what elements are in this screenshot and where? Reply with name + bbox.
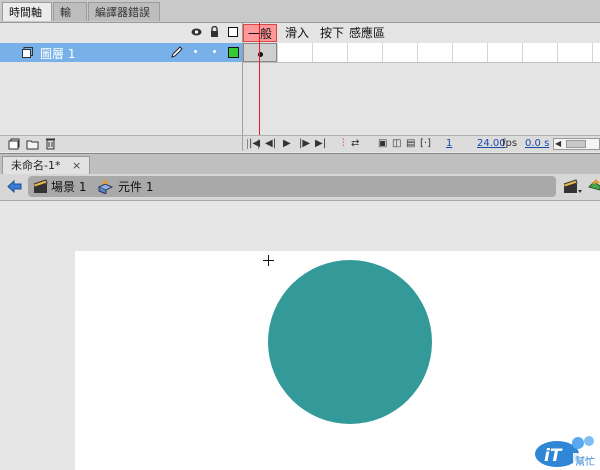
svg-text:幫忙: 幫忙 — [575, 455, 595, 468]
timeline-panel: 圖層 1 一般 滑入 按下 感應區 — [0, 23, 600, 152]
show-hide-all-icon[interactable] — [191, 27, 202, 37]
tab-output[interactable]: 輸出 — [53, 2, 87, 38]
circle-shape[interactable] — [268, 260, 432, 424]
symbol-icon — [98, 179, 113, 194]
panel-tab-bar: 時間軸 輸出 編譯器錯誤 — [0, 0, 600, 38]
timeline-controls: |◀ ◀| ▶ |▶ ▶| ⫶ ⇄ ▣ ◫ ▤ [·] 1 24.00 fps … — [243, 135, 600, 152]
breadcrumb: 場景 1 元件 1 — [28, 176, 556, 197]
go-to-first-icon[interactable]: |◀ — [249, 138, 260, 150]
outline-all-icon[interactable] — [228, 27, 238, 37]
layer-type-icon — [22, 47, 33, 58]
lock-dot[interactable] — [213, 50, 216, 53]
tab-timeline-label: 時間軸 — [9, 6, 42, 19]
playhead[interactable] — [259, 23, 260, 135]
modify-markers-icon[interactable]: [·] — [420, 138, 431, 150]
visibility-dot[interactable] — [194, 50, 197, 53]
frame-label-over[interactable]: 滑入 — [285, 24, 309, 42]
horizontal-scrollbar[interactable]: ◀ — [553, 138, 600, 150]
elapsed-time[interactable]: 0.0 s — [525, 138, 549, 150]
delete-layer-icon[interactable] — [45, 137, 56, 150]
layer-name[interactable]: 圖層 1 — [40, 45, 75, 62]
stage[interactable] — [75, 251, 600, 470]
layer-row[interactable]: 圖層 1 — [0, 43, 242, 62]
center-frame-icon[interactable]: ⫶ — [342, 138, 345, 150]
symbol-breadcrumb[interactable]: 元件 1 — [118, 179, 153, 195]
onion-skin-icon[interactable]: ▣ — [378, 138, 387, 150]
registration-cross-icon — [263, 255, 274, 266]
close-icon[interactable]: × — [72, 159, 81, 172]
step-back-icon[interactable]: ◀| — [265, 138, 276, 150]
tab-compiler-errors-label: 編譯器錯誤 — [95, 6, 150, 19]
scroll-thumb[interactable] — [566, 140, 586, 148]
edit-scene-icon[interactable] — [563, 178, 583, 196]
frame-label-down[interactable]: 按下 — [320, 24, 344, 42]
document-tab-title: 未命名-1* — [11, 159, 61, 172]
document-tab[interactable]: 未命名-1* × — [2, 156, 91, 174]
lock-all-icon[interactable] — [210, 26, 219, 37]
step-forward-icon[interactable]: |▶ — [299, 138, 310, 150]
tab-timeline[interactable]: 時間軸 — [2, 2, 52, 21]
ithome-watermark-logo: iT 幫忙 — [535, 436, 599, 468]
onion-skin-outlines-icon[interactable]: ◫ — [392, 138, 401, 150]
new-folder-icon[interactable] — [26, 138, 39, 150]
pasteboard[interactable] — [0, 201, 600, 470]
loop-icon[interactable]: ⇄ — [351, 138, 359, 150]
pencil-icon — [171, 46, 183, 58]
frames-area: 一般 滑入 按下 感應區 |◀ ◀| ▶ |▶ ▶| ⫶ ⇄ ▣ ◫ ▤ [·]… — [243, 23, 600, 152]
scroll-left-icon[interactable]: ◀ — [555, 138, 561, 150]
back-arrow-icon[interactable] — [7, 180, 22, 193]
play-icon[interactable]: ▶ — [283, 138, 291, 150]
frame-label-row: 一般 滑入 按下 感應區 — [243, 23, 600, 42]
go-to-last-icon[interactable]: ▶| — [315, 138, 326, 150]
frame-empty-area — [243, 63, 600, 134]
svg-text:iT: iT — [544, 446, 563, 466]
frame-label-up[interactable]: 一般 — [243, 24, 277, 42]
layer-outline-color[interactable] — [228, 47, 239, 58]
edit-multiple-frames-icon[interactable]: ▤ — [406, 138, 415, 150]
layer-header — [0, 23, 242, 42]
frame-label-hit[interactable]: 感應區 — [349, 24, 385, 42]
edit-symbols-icon[interactable] — [588, 178, 600, 194]
layer-column: 圖層 1 — [0, 23, 243, 152]
edit-bar: 場景 1 元件 1 — [0, 174, 600, 201]
tab-compiler-errors[interactable]: 編譯器錯誤 — [88, 2, 160, 21]
keyframe-cell[interactable] — [243, 43, 277, 62]
layer-toolbar — [0, 135, 242, 152]
new-layer-icon[interactable] — [8, 138, 20, 150]
document-tab-bar: 未命名-1* × — [0, 153, 600, 174]
frame-rate-unit: fps — [502, 138, 518, 149]
clapperboard-icon — [33, 179, 48, 193]
frame-grid[interactable] — [243, 43, 600, 63]
scene-breadcrumb[interactable]: 場景 1 — [51, 179, 86, 195]
current-frame[interactable]: 1 — [446, 138, 452, 150]
